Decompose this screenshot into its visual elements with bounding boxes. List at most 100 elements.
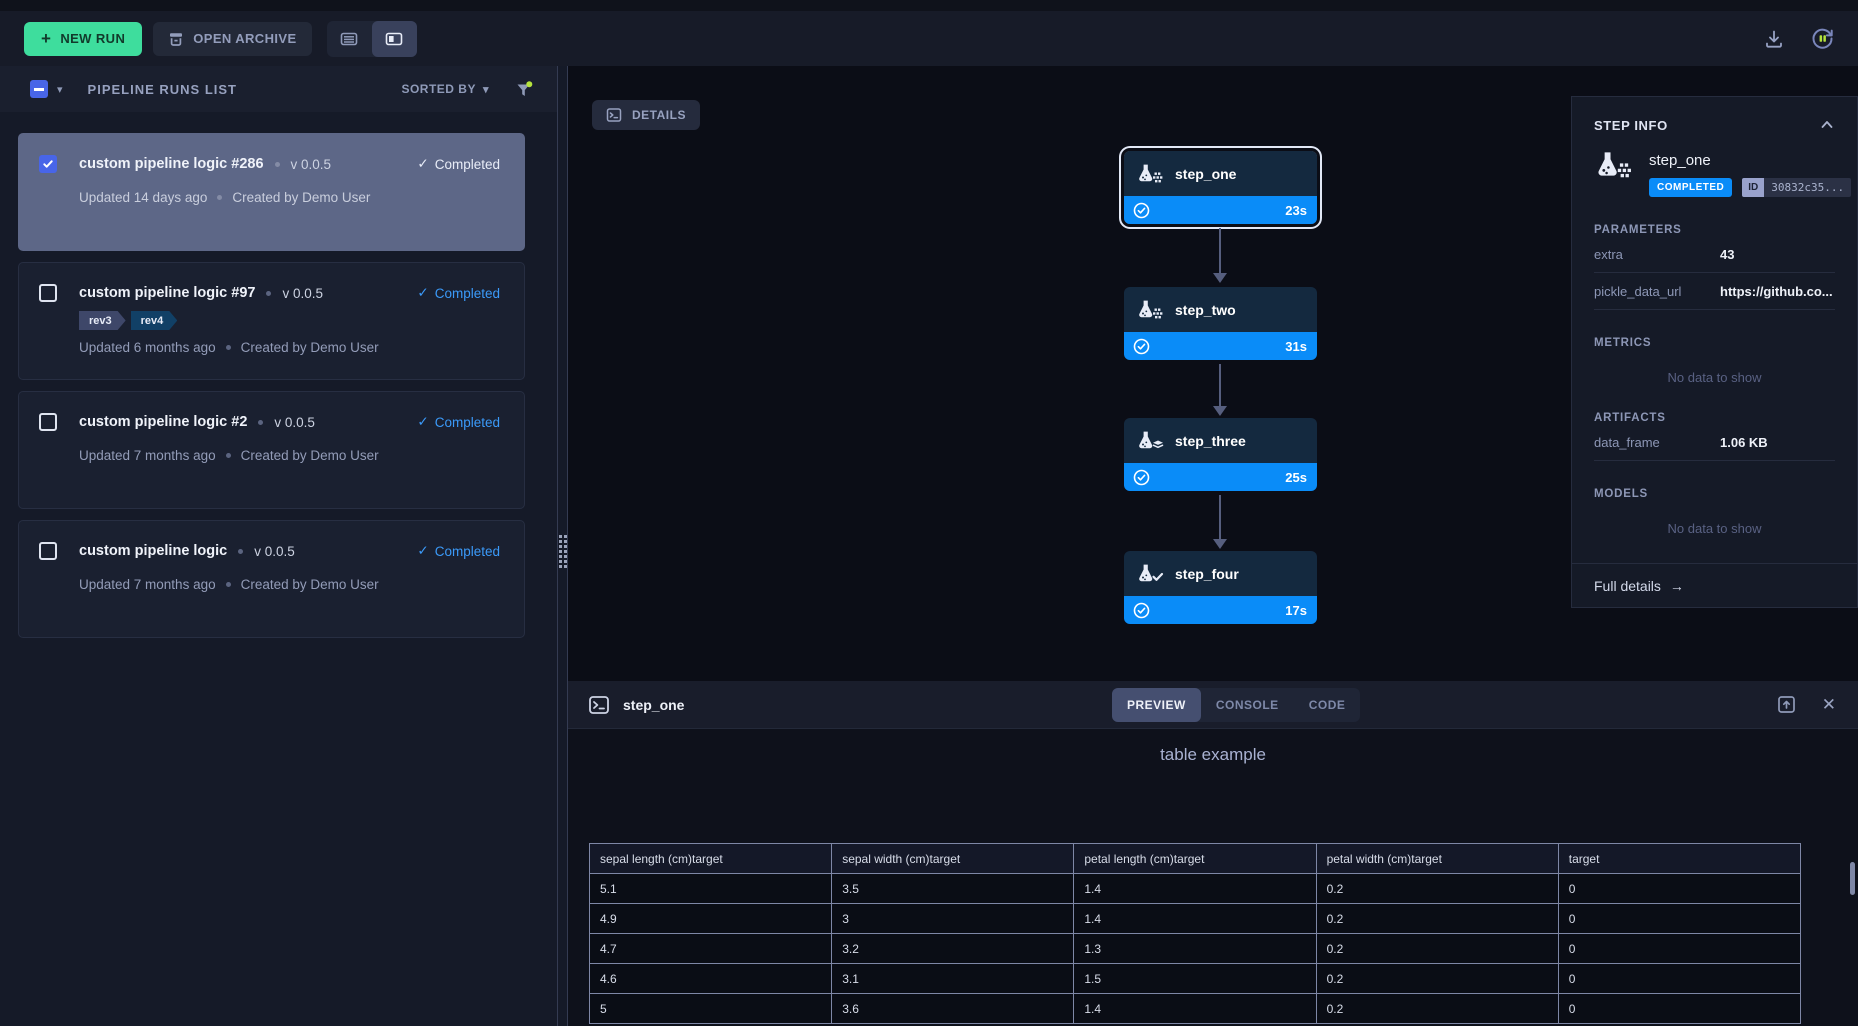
tab-code[interactable]: CODE [1294, 688, 1361, 722]
dag-node-step-four[interactable]: step_four 17s [1124, 551, 1317, 624]
artifact-row: data_frame 1.06 KB [1594, 424, 1835, 461]
run-checkbox[interactable] [39, 542, 57, 560]
list-view-button[interactable] [327, 21, 372, 57]
dot-separator [266, 291, 271, 296]
panel-resize-handle[interactable] [557, 66, 568, 1026]
preview-table: sepal length (cm)target sepal width (cm)… [589, 843, 1801, 1024]
table-row: 4.7 3.2 1.3 0.2 0 [590, 934, 1801, 964]
dot-separator [275, 162, 280, 167]
tab-preview[interactable]: PREVIEW [1112, 688, 1201, 722]
top-strip [0, 0, 1858, 11]
dag-node-step-one[interactable]: step_one 23s [1124, 151, 1317, 224]
check-icon: ✓ [417, 414, 428, 430]
step-info-panel: STEP INFO step_one COMPLETED ID 30832c35… [1571, 96, 1858, 608]
tag-chip[interactable]: rev4 [131, 311, 178, 330]
run-meta: Updated 7 months ago Created by Demo Use… [79, 577, 500, 592]
table-header-row: sepal length (cm)target sepal width (cm)… [590, 844, 1801, 874]
new-run-button[interactable]: + NEW RUN [24, 22, 142, 56]
open-archive-button[interactable]: OPEN ARCHIVE [153, 22, 311, 56]
dot-separator [217, 195, 222, 200]
view-toggle-group [327, 21, 417, 57]
dag-node-step-three[interactable]: step_three 25s [1124, 418, 1317, 491]
open-archive-label: OPEN ARCHIVE [193, 31, 296, 46]
runs-list-header: ▾ PIPELINE RUNS LIST SORTED BY ▾ [0, 66, 557, 112]
details-button[interactable]: DETAILS [592, 100, 700, 130]
flask-dots-icon [1136, 299, 1166, 321]
check-icon: ✓ [417, 285, 428, 301]
node-duration: 17s [1285, 603, 1307, 618]
run-checkbox[interactable] [39, 413, 57, 431]
sorted-by-label: SORTED BY [401, 82, 476, 96]
step-id-chip[interactable]: ID 30832c35... [1742, 178, 1851, 197]
terminal-icon [606, 107, 622, 123]
step-info-title: STEP INFO [1594, 118, 1668, 133]
step-info-step-name: step_one [1649, 152, 1851, 169]
dot-separator [226, 582, 231, 587]
toolbar-right-icons [1763, 25, 1836, 52]
flask-dots-icon [1594, 150, 1636, 197]
dot-separator [238, 549, 243, 554]
dag-node-step-two[interactable]: step_two 31s [1124, 287, 1317, 360]
column-header: sepal width (cm)target [832, 844, 1074, 874]
close-icon[interactable]: ✕ [1822, 695, 1836, 715]
run-meta: Updated 7 months ago Created by Demo Use… [79, 448, 500, 463]
tab-console[interactable]: CONSOLE [1201, 688, 1294, 722]
parameter-row: extra 43 [1594, 236, 1835, 273]
output-tabs: PREVIEW CONSOLE CODE [1112, 688, 1360, 722]
dag-edge-arrow [1219, 495, 1221, 539]
check-icon: ✓ [417, 156, 428, 172]
full-details-link[interactable]: Full details → [1572, 563, 1857, 607]
run-version: v 0.0.5 [274, 415, 315, 430]
run-version: v 0.0.5 [254, 544, 295, 559]
node-name: step_four [1175, 566, 1239, 582]
node-name: step_three [1175, 433, 1246, 449]
select-all-caret-icon[interactable]: ▾ [57, 83, 63, 96]
run-version: v 0.0.5 [282, 286, 323, 301]
column-header: petal length (cm)target [1074, 844, 1316, 874]
download-icon[interactable] [1763, 28, 1785, 50]
dot-separator [258, 420, 263, 425]
check-circle-icon [1133, 338, 1150, 355]
run-status-badge: ✓ Completed [417, 285, 500, 301]
sorted-by-dropdown[interactable]: SORTED BY ▾ [401, 82, 489, 96]
panel-view-icon [384, 29, 404, 49]
new-run-label: NEW RUN [60, 31, 125, 46]
run-checkbox-checked[interactable] [39, 155, 57, 173]
drag-dots-icon [559, 535, 567, 568]
step-output-header: step_one PREVIEW CONSOLE CODE ✕ [568, 681, 1858, 729]
run-card-2[interactable]: custom pipeline logic #2 v 0.0.5 ✓ Compl… [18, 391, 525, 509]
select-all-checkbox[interactable] [30, 80, 48, 98]
parameter-row: pickle_data_url https://github.co... [1594, 273, 1835, 310]
table-row: 5 3.6 1.4 0.2 0 [590, 994, 1801, 1024]
run-status-badge: ✓ Completed [417, 414, 500, 430]
run-checkbox[interactable] [39, 284, 57, 302]
runs-list-title: PIPELINE RUNS LIST [88, 82, 237, 97]
auto-refresh-pause-icon[interactable] [1809, 25, 1836, 52]
table-row: 5.1 3.5 1.4 0.2 0 [590, 874, 1801, 904]
models-section-label: MODELS [1594, 488, 1835, 500]
tag-chip[interactable]: rev3 [79, 311, 126, 330]
models-empty-state: No data to show [1594, 521, 1835, 536]
archive-icon [168, 31, 184, 47]
preview-table-title: table example [568, 745, 1858, 765]
id-label: ID [1742, 178, 1764, 197]
table-row: 4.6 3.1 1.5 0.2 0 [590, 964, 1801, 994]
metrics-empty-state: No data to show [1594, 370, 1835, 385]
run-name: custom pipeline logic #2 [79, 414, 247, 430]
run-card-286[interactable]: custom pipeline logic #286 v 0.0.5 ✓ Com… [18, 133, 525, 251]
step-output-panel: step_one PREVIEW CONSOLE CODE ✕ table ex… [568, 681, 1858, 1026]
run-card-base[interactable]: custom pipeline logic v 0.0.5 ✓ Complete… [18, 520, 525, 638]
expand-panel-icon[interactable] [1776, 694, 1797, 715]
run-tags: rev3 rev4 [79, 311, 500, 330]
arrow-right-icon: → [1670, 578, 1684, 594]
column-header: target [1558, 844, 1800, 874]
run-card-97[interactable]: custom pipeline logic #97 v 0.0.5 ✓ Comp… [18, 262, 525, 380]
status-badge: COMPLETED [1649, 178, 1732, 197]
panel-view-button[interactable] [372, 21, 417, 57]
node-name: step_one [1175, 166, 1236, 182]
filter-icon[interactable] [515, 81, 533, 98]
chevron-up-icon[interactable] [1819, 117, 1835, 133]
scrollbar-thumb[interactable] [1850, 862, 1855, 895]
check-circle-icon [1133, 202, 1150, 219]
column-header: petal width (cm)target [1316, 844, 1558, 874]
